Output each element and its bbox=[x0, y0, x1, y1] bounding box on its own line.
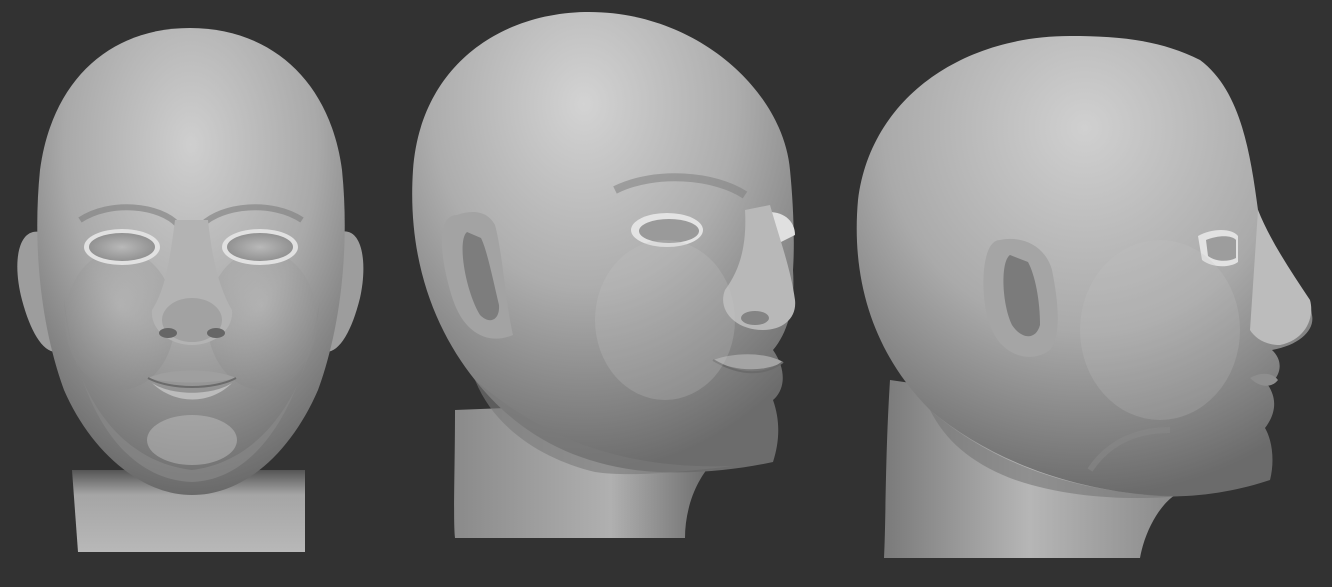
head-three-quarter-sculpt-icon bbox=[412, 11, 796, 538]
head-profile-view bbox=[840, 0, 1332, 587]
sculpt-viewport bbox=[0, 0, 1332, 587]
head-front-view bbox=[0, 0, 390, 587]
head-profile-sculpt-icon bbox=[856, 36, 1313, 558]
head-three-quarter-view bbox=[395, 0, 815, 587]
head-front-sculpt-icon bbox=[17, 28, 364, 552]
